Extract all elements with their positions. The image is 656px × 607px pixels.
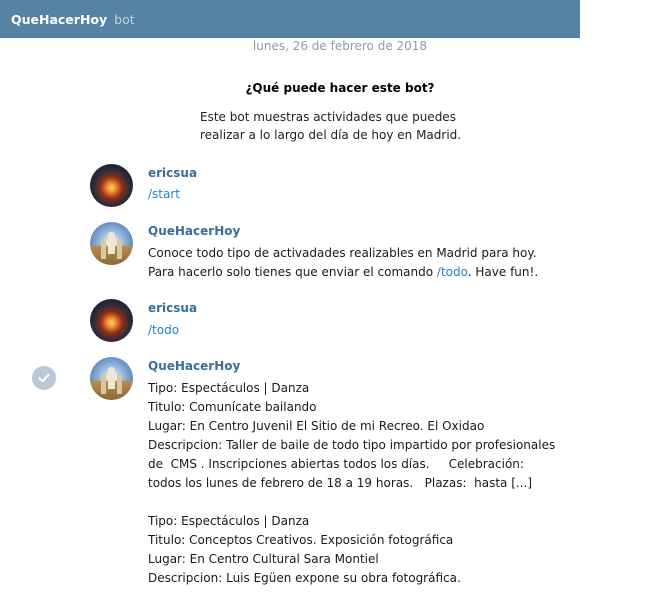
bot-command-link[interactable]: /todo — [148, 323, 179, 337]
message-line-part: . Have fun!. — [467, 265, 539, 279]
message-line: Para hacerlo solo tienes que enviar el c… — [148, 263, 538, 282]
chat-title[interactable]: QueHacerHoy — [11, 12, 107, 27]
sender-avatar[interactable] — [90, 164, 133, 207]
message-line: Titulo: Conceptos Creativos. Exposición … — [148, 533, 454, 547]
bot-intro-line-2: realizar a lo largo del día de hoy en Ma… — [200, 128, 462, 142]
sender-avatar[interactable] — [90, 222, 133, 265]
sender-avatar[interactable] — [90, 299, 133, 342]
sender-name[interactable]: ericsua — [148, 166, 197, 180]
message-line: Titulo: Comunícate bailando — [148, 400, 317, 414]
sender-name[interactable]: QueHacerHoy — [148, 224, 240, 238]
message-text: /todo — [148, 321, 179, 340]
date-separator: lunes, 26 de febrero de 2018 — [252, 39, 428, 53]
sender-name[interactable]: QueHacerHoy — [148, 359, 240, 373]
message-line-part: Para hacerlo solo tienes que enviar el c… — [148, 265, 437, 279]
message-text: Tipo: Espectáculos | Danza Titulo: Comun… — [148, 379, 555, 588]
sender-avatar[interactable] — [90, 357, 133, 400]
message-line: de CMS . Inscripciones abiertas todos lo… — [148, 457, 524, 471]
bot-intro-line-1: Este bot muestras actividades que puedes — [200, 110, 456, 124]
message-line: Descripcion: Luis Egüen expone su obra f… — [148, 571, 461, 585]
message-line: Descripcion: Taller de baile de todo tip… — [148, 438, 556, 452]
message-line: Lugar: En Centro Cultural Sara Montiel — [148, 552, 379, 566]
message-line: Tipo: Espectáculos | Danza — [148, 514, 310, 528]
telegram-chat-window: QueHacerHoy bot lunes, 26 de febrero de … — [0, 0, 656, 607]
message-line: Conoce todo tipo de activadades realizab… — [148, 246, 537, 260]
message-text: Conoce todo tipo de activadades realizab… — [148, 244, 538, 282]
bot-command-link[interactable]: /start — [148, 187, 180, 201]
chat-header[interactable]: QueHacerHoy bot — [0, 0, 580, 38]
checkmark-icon — [38, 373, 50, 383]
bot-intro-description: Este bot muestras actividades que puedes… — [200, 108, 480, 144]
message-line: Lugar: En Centro Juvenil El Sitio de mi … — [148, 419, 485, 433]
check-circle-icon[interactable] — [32, 366, 56, 390]
chat-subtitle: bot — [114, 11, 135, 27]
bot-intro-title: ¿Qué puede hacer este bot? — [245, 81, 435, 95]
bot-command-link[interactable]: /todo — [437, 265, 468, 279]
sender-name[interactable]: ericsua — [148, 301, 197, 315]
message-line: Tipo: Espectáculos | Danza — [148, 381, 310, 395]
message-line: todos los lunes de febrero de 18 a 19 ho… — [148, 476, 533, 490]
message-text: /start — [148, 185, 180, 204]
